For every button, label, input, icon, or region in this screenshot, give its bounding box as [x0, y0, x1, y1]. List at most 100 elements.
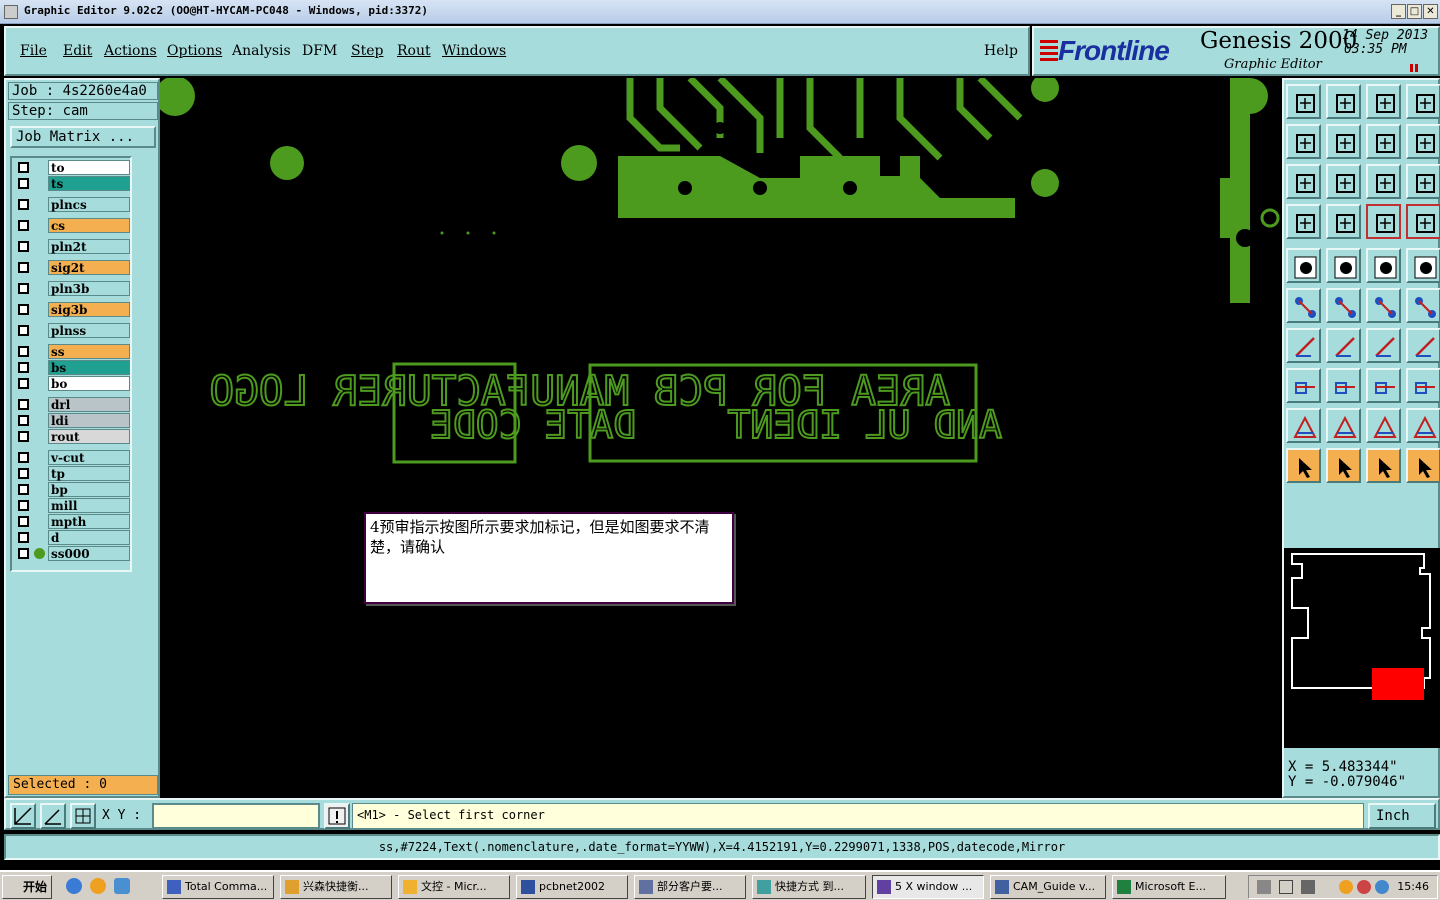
layer-name[interactable]: to: [48, 160, 130, 175]
layer-row[interactable]: drl: [14, 397, 130, 412]
drill-icon[interactable]: [1406, 248, 1440, 283]
zoom-out-icon[interactable]: [1326, 84, 1361, 119]
layer-checkbox[interactable]: [18, 283, 29, 294]
view-window[interactable]: [1372, 668, 1424, 700]
menu-step[interactable]: Step: [351, 43, 383, 59]
layer-row[interactable]: ldi: [14, 413, 130, 428]
layer-row[interactable]: sig3b: [14, 302, 130, 317]
select-circle-icon[interactable]: [1366, 448, 1401, 483]
unit-selector[interactable]: Inch: [1368, 803, 1436, 829]
layer-row[interactable]: ts: [14, 176, 130, 191]
grid-icon[interactable]: [70, 803, 96, 829]
quicklaunch-icon[interactable]: [90, 878, 106, 894]
layer-name[interactable]: d: [48, 530, 130, 545]
snap-icon[interactable]: [10, 803, 36, 829]
menu-edit[interactable]: Edit: [63, 43, 92, 59]
route-mode-icon[interactable]: [1366, 204, 1401, 239]
layer-row[interactable]: ss: [14, 344, 130, 359]
taskbar-item[interactable]: Total Comma...: [162, 875, 274, 899]
layer-checkbox[interactable]: [18, 468, 29, 479]
layer-row[interactable]: pln2t: [14, 239, 130, 254]
layer-name[interactable]: cs: [48, 218, 130, 233]
grid-toggle-icon[interactable]: [1326, 204, 1361, 239]
menu-rout[interactable]: Rout: [397, 43, 431, 59]
mirror-icon[interactable]: [1406, 328, 1440, 363]
net-icon[interactable]: [1286, 288, 1321, 323]
layer-row[interactable]: bp: [14, 482, 130, 497]
taskbar-item[interactable]: Microsoft E...: [1112, 875, 1226, 899]
taskbar-item[interactable]: 兴森快捷衡...: [280, 875, 392, 899]
layer-checkbox[interactable]: [18, 484, 29, 495]
redraw-icon[interactable]: [1366, 84, 1401, 119]
layer-name[interactable]: ss: [48, 344, 130, 359]
settings-icon[interactable]: [1286, 204, 1321, 239]
layer-checkbox[interactable]: [18, 362, 29, 373]
route-mode2-icon[interactable]: [1406, 204, 1440, 239]
node-icon[interactable]: [1286, 368, 1321, 403]
layer-row[interactable]: to: [14, 160, 130, 175]
layer-checkbox[interactable]: [18, 346, 29, 357]
alert-icon[interactable]: [324, 803, 350, 829]
layer-row[interactable]: ss000: [14, 546, 130, 561]
layer-row[interactable]: plnss: [14, 323, 130, 338]
delete-icon[interactable]: [1326, 288, 1361, 323]
layer-name[interactable]: sig3b: [48, 302, 130, 317]
layer-row[interactable]: d: [14, 530, 130, 545]
layer-checkbox[interactable]: [18, 532, 29, 543]
swap-icon[interactable]: [1366, 124, 1401, 159]
layer-row[interactable]: pln3b: [14, 281, 130, 296]
layer-row[interactable]: mpth: [14, 514, 130, 529]
taskbar-item[interactable]: pcbnet2002: [516, 875, 628, 899]
overview-map[interactable]: [1284, 548, 1440, 748]
arc-icon[interactable]: [1366, 328, 1401, 363]
layer-checkbox[interactable]: [18, 399, 29, 410]
job-matrix-button[interactable]: Job Matrix ...: [10, 126, 156, 148]
layer-row[interactable]: rout: [14, 429, 130, 444]
layer-name[interactable]: sig2t: [48, 260, 130, 275]
layer-checkbox[interactable]: [18, 304, 29, 315]
menu-actions[interactable]: Actions: [104, 43, 157, 59]
slash-icon[interactable]: [1326, 328, 1361, 363]
triangle-icon[interactable]: [1286, 408, 1321, 443]
xy-input[interactable]: [152, 803, 320, 829]
taskbar-item[interactable]: 5 X window ...: [872, 875, 984, 899]
layer-checkbox[interactable]: [18, 500, 29, 511]
triangle2-icon[interactable]: [1326, 408, 1361, 443]
layer-name[interactable]: plncs: [48, 197, 130, 212]
taskbar-item[interactable]: 文控 - Micr...: [398, 875, 510, 899]
layer-name[interactable]: drl: [48, 397, 130, 412]
select-box-icon[interactable]: [1326, 448, 1361, 483]
tray-app3-icon[interactable]: [1375, 880, 1389, 894]
layer-row[interactable]: plncs: [14, 197, 130, 212]
desktop-icon[interactable]: [114, 878, 130, 894]
view-panel-icon[interactable]: [1406, 84, 1440, 119]
connect2-icon[interactable]: [1406, 288, 1440, 323]
layer-name[interactable]: bs: [48, 360, 130, 375]
layer-row[interactable]: bs: [14, 360, 130, 375]
layer-checkbox[interactable]: [18, 199, 29, 210]
layer-name[interactable]: ldi: [48, 413, 130, 428]
maximize-button[interactable]: □: [1407, 4, 1422, 19]
taskbar-item[interactable]: 部分客户要...: [634, 875, 746, 899]
start-button[interactable]: 开始: [2, 875, 52, 899]
pan-right-icon[interactable]: [1326, 124, 1361, 159]
menu-dfm[interactable]: DFM: [302, 43, 337, 59]
line-icon[interactable]: [1286, 328, 1321, 363]
layer-row[interactable]: tp: [14, 466, 130, 481]
layer-row[interactable]: v-cut: [14, 450, 130, 465]
minimize-button[interactable]: _: [1391, 4, 1406, 19]
pause-icon[interactable]: [1410, 64, 1418, 72]
zoom-center-icon[interactable]: [1326, 164, 1361, 199]
keyboard-icon[interactable]: [1257, 880, 1271, 894]
pad-icon[interactable]: [1286, 248, 1321, 283]
triangle4-icon[interactable]: [1406, 408, 1440, 443]
zoom-fit-icon[interactable]: [1286, 164, 1321, 199]
layer-checkbox[interactable]: [18, 325, 29, 336]
select-arrow-icon[interactable]: [1286, 448, 1321, 483]
tray-app2-icon[interactable]: [1357, 880, 1371, 894]
layer-name[interactable]: mpth: [48, 514, 130, 529]
layer-row[interactable]: mill: [14, 498, 130, 513]
layer-checkbox[interactable]: [18, 262, 29, 273]
menu-file[interactable]: File: [20, 43, 47, 59]
layer-name[interactable]: bo: [48, 376, 130, 391]
